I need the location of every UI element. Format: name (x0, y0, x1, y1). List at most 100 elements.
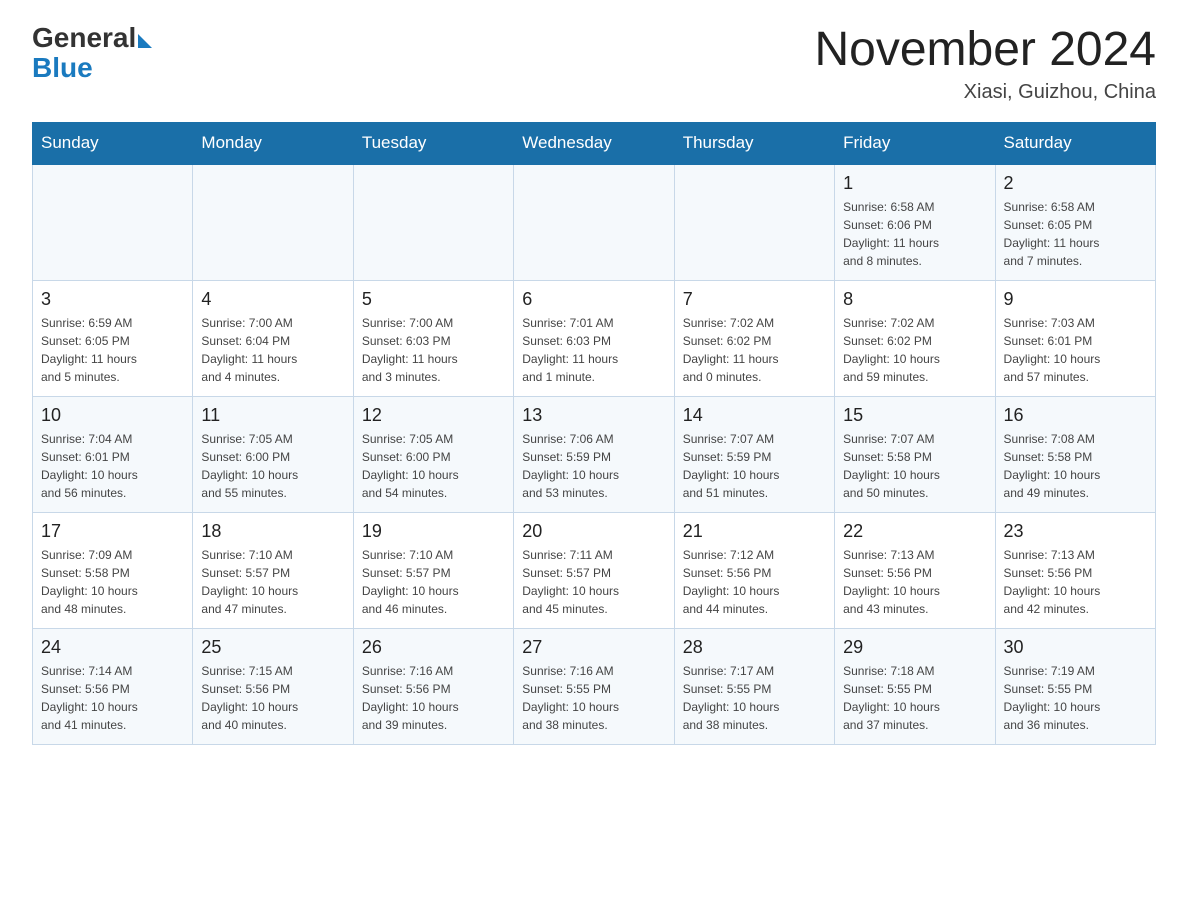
day-number: 30 (1004, 637, 1147, 658)
logo-arrow-icon (138, 34, 152, 48)
day-cell (193, 164, 353, 281)
day-cell: 11 Sunrise: 7:05 AM Sunset: 6:00 PM Dayli… (193, 396, 353, 512)
weekday-header-row: SundayMondayTuesdayWednesdayThursdayFrid… (33, 122, 1156, 164)
calendar-header: SundayMondayTuesdayWednesdayThursdayFrid… (33, 122, 1156, 164)
calendar-table: SundayMondayTuesdayWednesdayThursdayFrid… (32, 122, 1156, 745)
day-number: 15 (843, 405, 986, 426)
day-number: 28 (683, 637, 826, 658)
day-number: 14 (683, 405, 826, 426)
weekday-header-saturday: Saturday (995, 122, 1155, 164)
logo-general-text: General (32, 24, 136, 52)
calendar-title: November 2024 (814, 24, 1156, 77)
day-info: Sunrise: 7:05 AM Sunset: 6:00 PM Dayligh… (362, 430, 505, 502)
day-cell: 7Sunrise: 7:02 AM Sunset: 6:02 PM Daylig… (674, 280, 834, 396)
day-info: Sunrise: 7:01 AM Sunset: 6:03 PM Dayligh… (522, 314, 665, 386)
day-cell: 18 Sunrise: 7:10 AM Sunset: 5:57 PM Dayli… (193, 512, 353, 628)
day-number: 8 (843, 289, 986, 310)
day-number: 9 (1004, 289, 1147, 310)
day-cell: 2 Sunrise: 6:58 AM Sunset: 6:05 PM Daylig… (995, 164, 1155, 281)
day-cell: 21Sunrise: 7:12 AM Sunset: 5:56 PM Dayli… (674, 512, 834, 628)
day-cell: 8 Sunrise: 7:02 AM Sunset: 6:02 PM Daylig… (835, 280, 995, 396)
day-info: Sunrise: 7:16 AM Sunset: 5:56 PM Dayligh… (362, 662, 505, 734)
week-row-2: 3 Sunrise: 6:59 AM Sunset: 6:05 PM Daylig… (33, 280, 1156, 396)
day-number: 17 (41, 521, 184, 542)
day-info: Sunrise: 6:59 AM Sunset: 6:05 PM Dayligh… (41, 314, 184, 386)
day-cell: 12Sunrise: 7:05 AM Sunset: 6:00 PM Dayli… (353, 396, 513, 512)
day-info: Sunrise: 7:00 AM Sunset: 6:03 PM Dayligh… (362, 314, 505, 386)
day-number: 3 (41, 289, 184, 310)
day-number: 18 (201, 521, 344, 542)
day-info: Sunrise: 7:03 AM Sunset: 6:01 PM Dayligh… (1004, 314, 1147, 386)
weekday-header-thursday: Thursday (674, 122, 834, 164)
day-cell: 3 Sunrise: 6:59 AM Sunset: 6:05 PM Daylig… (33, 280, 193, 396)
day-cell (674, 164, 834, 281)
day-cell: 27Sunrise: 7:16 AM Sunset: 5:55 PM Dayli… (514, 628, 674, 744)
day-cell: 28 Sunrise: 7:17 AM Sunset: 5:55 PM Dayli… (674, 628, 834, 744)
calendar-body: 1Sunrise: 6:58 AM Sunset: 6:06 PM Daylig… (33, 164, 1156, 745)
day-info: Sunrise: 7:16 AM Sunset: 5:55 PM Dayligh… (522, 662, 665, 734)
day-number: 2 (1004, 173, 1147, 194)
logo-blue-text: Blue (32, 52, 93, 84)
day-info: Sunrise: 7:02 AM Sunset: 6:02 PM Dayligh… (843, 314, 986, 386)
day-info: Sunrise: 7:00 AM Sunset: 6:04 PM Dayligh… (201, 314, 344, 386)
day-info: Sunrise: 7:10 AM Sunset: 5:57 PM Dayligh… (201, 546, 344, 618)
day-info: Sunrise: 7:13 AM Sunset: 5:56 PM Dayligh… (843, 546, 986, 618)
day-info: Sunrise: 6:58 AM Sunset: 6:06 PM Dayligh… (843, 198, 986, 270)
day-number: 24 (41, 637, 184, 658)
day-number: 26 (362, 637, 505, 658)
week-row-5: 24 Sunrise: 7:14 AM Sunset: 5:56 PM Dayli… (33, 628, 1156, 744)
day-number: 20 (522, 521, 665, 542)
day-number: 5 (362, 289, 505, 310)
day-info: Sunrise: 7:17 AM Sunset: 5:55 PM Dayligh… (683, 662, 826, 734)
day-info: Sunrise: 7:10 AM Sunset: 5:57 PM Dayligh… (362, 546, 505, 618)
day-cell: 10 Sunrise: 7:04 AM Sunset: 6:01 PM Dayli… (33, 396, 193, 512)
week-row-4: 17 Sunrise: 7:09 AM Sunset: 5:58 PM Dayli… (33, 512, 1156, 628)
day-cell (514, 164, 674, 281)
day-info: Sunrise: 7:09 AM Sunset: 5:58 PM Dayligh… (41, 546, 184, 618)
day-number: 10 (41, 405, 184, 426)
day-info: Sunrise: 7:14 AM Sunset: 5:56 PM Dayligh… (41, 662, 184, 734)
day-number: 23 (1004, 521, 1147, 542)
day-cell: 20 Sunrise: 7:11 AM Sunset: 5:57 PM Dayli… (514, 512, 674, 628)
weekday-header-sunday: Sunday (33, 122, 193, 164)
day-cell: 26 Sunrise: 7:16 AM Sunset: 5:56 PM Dayli… (353, 628, 513, 744)
weekday-header-wednesday: Wednesday (514, 122, 674, 164)
weekday-header-friday: Friday (835, 122, 995, 164)
day-info: Sunrise: 7:13 AM Sunset: 5:56 PM Dayligh… (1004, 546, 1147, 618)
day-cell: 17 Sunrise: 7:09 AM Sunset: 5:58 PM Dayli… (33, 512, 193, 628)
page-header: General Blue November 2024 Xiasi, Guizho… (32, 24, 1156, 104)
day-info: Sunrise: 7:11 AM Sunset: 5:57 PM Dayligh… (522, 546, 665, 618)
day-cell: 4 Sunrise: 7:00 AM Sunset: 6:04 PM Daylig… (193, 280, 353, 396)
day-number: 11 (201, 405, 344, 426)
day-number: 22 (843, 521, 986, 542)
day-info: Sunrise: 7:04 AM Sunset: 6:01 PM Dayligh… (41, 430, 184, 502)
day-cell: 5 Sunrise: 7:00 AM Sunset: 6:03 PM Daylig… (353, 280, 513, 396)
day-cell (353, 164, 513, 281)
day-cell (33, 164, 193, 281)
day-info: Sunrise: 7:19 AM Sunset: 5:55 PM Dayligh… (1004, 662, 1147, 734)
day-info: Sunrise: 7:07 AM Sunset: 5:58 PM Dayligh… (843, 430, 986, 502)
day-info: Sunrise: 7:12 AM Sunset: 5:56 PM Dayligh… (683, 546, 826, 618)
week-row-1: 1Sunrise: 6:58 AM Sunset: 6:06 PM Daylig… (33, 164, 1156, 281)
weekday-header-monday: Monday (193, 122, 353, 164)
day-info: Sunrise: 7:05 AM Sunset: 6:00 PM Dayligh… (201, 430, 344, 502)
day-number: 19 (362, 521, 505, 542)
logo: General Blue (32, 24, 154, 84)
day-info: Sunrise: 7:08 AM Sunset: 5:58 PM Dayligh… (1004, 430, 1147, 502)
weekday-header-tuesday: Tuesday (353, 122, 513, 164)
day-number: 6 (522, 289, 665, 310)
day-number: 25 (201, 637, 344, 658)
day-cell: 16 Sunrise: 7:08 AM Sunset: 5:58 PM Dayli… (995, 396, 1155, 512)
calendar-title-area: November 2024 Xiasi, Guizhou, China (814, 24, 1156, 104)
day-info: Sunrise: 7:06 AM Sunset: 5:59 PM Dayligh… (522, 430, 665, 502)
day-number: 4 (201, 289, 344, 310)
day-info: Sunrise: 6:58 AM Sunset: 6:05 PM Dayligh… (1004, 198, 1147, 270)
day-cell: 30 Sunrise: 7:19 AM Sunset: 5:55 PM Dayli… (995, 628, 1155, 744)
day-cell: 23 Sunrise: 7:13 AM Sunset: 5:56 PM Dayli… (995, 512, 1155, 628)
day-number: 16 (1004, 405, 1147, 426)
day-cell: 1Sunrise: 6:58 AM Sunset: 6:06 PM Daylig… (835, 164, 995, 281)
day-cell: 24 Sunrise: 7:14 AM Sunset: 5:56 PM Dayli… (33, 628, 193, 744)
day-info: Sunrise: 7:18 AM Sunset: 5:55 PM Dayligh… (843, 662, 986, 734)
day-number: 13 (522, 405, 665, 426)
day-cell: 14Sunrise: 7:07 AM Sunset: 5:59 PM Dayli… (674, 396, 834, 512)
